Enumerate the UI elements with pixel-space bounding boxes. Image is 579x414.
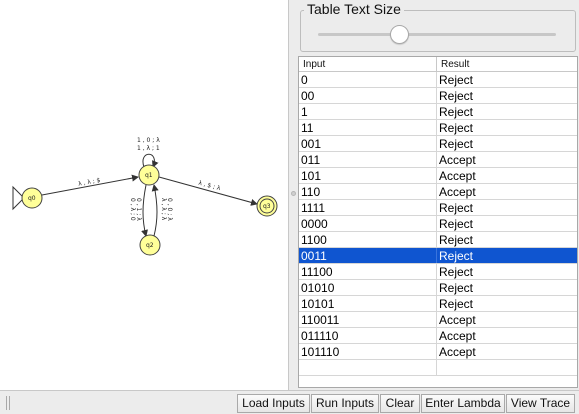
table-row[interactable]: 10101 Reject [299, 296, 577, 312]
table-row[interactable]: 1100 Reject [299, 232, 577, 248]
table-text-size-slider-track[interactable] [318, 33, 556, 36]
transition-label-q1-q2-b: 0 , 1 ; λ [135, 198, 142, 221]
divider-handle-icon[interactable] [291, 191, 296, 196]
automaton-canvas[interactable]: λ , λ ; $ 1 , 0 ; λ 1 , λ ; 1 λ , $ ; λ … [0, 0, 289, 390]
table-row[interactable]: 101110 Accept [299, 344, 577, 360]
transition-label-q1-q3: λ , $ ; λ [198, 180, 222, 193]
table-row[interactable]: 0011 Reject [299, 248, 577, 264]
view-trace-button[interactable]: View Trace [506, 394, 575, 413]
table-body: 0 Reject 00 Reject 1 Reject 11 Reject 001 Reject 0… [299, 72, 577, 376]
transition-q1-q2 [141, 184, 148, 237]
input-cell[interactable]: 011110 [299, 328, 437, 343]
split-pane-divider[interactable] [289, 0, 297, 390]
result-cell: Accept [439, 345, 476, 359]
table-row[interactable]: 011110 Accept [299, 328, 577, 344]
state-q2[interactable]: q2 [139, 234, 161, 256]
table-row[interactable]: 01010 Reject [299, 280, 577, 296]
clear-button[interactable]: Clear [380, 394, 420, 413]
run-inputs-button[interactable]: Run Inputs [311, 394, 379, 413]
transition-label-q1-q2-a: 0 , λ ; 0 [129, 198, 136, 221]
table-row[interactable]: 0 Reject [299, 72, 577, 88]
table-row[interactable]: 11100 Reject [299, 264, 577, 280]
result-cell: Reject [439, 89, 474, 103]
input-cell[interactable]: 101 [299, 168, 437, 183]
input-cell[interactable]: 1111 [299, 200, 437, 215]
result-cell: Reject [439, 73, 474, 87]
column-header-result[interactable]: Result [437, 57, 577, 71]
input-cell[interactable] [299, 360, 437, 375]
input-cell[interactable]: 110 [299, 184, 437, 199]
transition-label-q1-loop-2: 1 , λ ; 1 [137, 145, 160, 152]
table-row[interactable]: 00 Reject [299, 88, 577, 104]
input-cell[interactable]: 011 [299, 152, 437, 167]
table-row[interactable]: 1111 Reject [299, 200, 577, 216]
input-cell[interactable]: 1 [299, 104, 437, 119]
bottom-toolbar: Load Inputs Run Inputs Clear Enter Lambd… [0, 390, 579, 414]
state-q0[interactable]: q0 [21, 187, 43, 209]
result-cell: Accept [439, 153, 476, 167]
table-row[interactable]: 110 Accept [299, 184, 577, 200]
input-cell[interactable]: 00 [299, 88, 437, 103]
state-q3[interactable]: q3 [256, 195, 278, 217]
table-row[interactable]: 001 Reject [299, 136, 577, 152]
state-label-q0: q0 [28, 195, 36, 202]
result-cell: Accept [439, 169, 476, 183]
result-cell: Reject [439, 233, 474, 247]
inputs-results-table: Input Result 0 Reject 00 Reject 1 Reject 11 Rej… [298, 56, 578, 388]
load-inputs-button[interactable]: Load Inputs [237, 394, 310, 413]
input-cell[interactable]: 1100 [299, 232, 437, 247]
table-row[interactable]: 110011 Accept [299, 312, 577, 328]
input-cell[interactable]: 101110 [299, 344, 437, 359]
transition-label-q1-loop-1: 1 , 0 ; λ [137, 137, 160, 144]
result-cell: Reject [439, 201, 474, 215]
result-cell: Accept [439, 329, 476, 343]
table-header: Input Result [299, 57, 577, 72]
table-row[interactable]: 011 Accept [299, 152, 577, 168]
state-label-q1: q1 [145, 172, 153, 179]
table-text-size-title: Table Text Size [304, 1, 404, 17]
result-cell: Accept [439, 185, 476, 199]
input-cell[interactable]: 10101 [299, 296, 437, 311]
input-cell[interactable]: 001 [299, 136, 437, 151]
input-cell[interactable]: 0 [299, 72, 437, 87]
transition-label-q2-q1-b: 0 , 0 ; λ [166, 198, 173, 221]
state-q1[interactable]: q1 [138, 164, 160, 186]
multiple-run-window: λ , λ ; $ 1 , 0 ; λ 1 , λ ; 1 λ , $ ; λ … [0, 0, 579, 414]
input-cell[interactable]: 110011 [299, 312, 437, 327]
result-cell: Reject [439, 297, 474, 311]
result-cell: Reject [439, 281, 474, 295]
input-cell[interactable]: 11 [299, 120, 437, 135]
input-cell[interactable]: 01010 [299, 280, 437, 295]
input-cell[interactable]: 0011 [299, 248, 437, 263]
result-cell [437, 360, 577, 375]
table-row[interactable]: 1 Reject [299, 104, 577, 120]
enter-lambda-button[interactable]: Enter Lambda [421, 394, 505, 413]
table-row[interactable]: 0000 Reject [299, 216, 577, 232]
transition-q2-q1 [151, 184, 159, 237]
result-cell: Reject [439, 105, 474, 119]
result-cell: Accept [439, 313, 476, 327]
table-row[interactable]: 101 Accept [299, 168, 577, 184]
result-cell: Reject [439, 217, 474, 231]
result-cell: Reject [439, 249, 474, 263]
transition-label-q2-q1-a: λ , λ ; λ [160, 198, 167, 221]
table-text-size-slider-thumb[interactable] [389, 25, 409, 44]
state-label-q3: q3 [263, 203, 271, 210]
result-cell: Reject [439, 137, 474, 151]
automaton-diagram: λ , λ ; $ 1 , 0 ; λ 1 , λ ; 1 λ , $ ; λ … [12, 137, 278, 256]
result-cell: Reject [439, 121, 474, 135]
column-header-input[interactable]: Input [299, 57, 437, 71]
state-label-q2: q2 [146, 242, 154, 249]
input-cell[interactable]: 11100 [299, 264, 437, 279]
table-row[interactable] [299, 360, 577, 376]
result-cell: Reject [439, 265, 474, 279]
input-cell[interactable]: 0000 [299, 216, 437, 231]
toolbar-grip-icon[interactable] [6, 396, 10, 410]
table-row[interactable]: 11 Reject [299, 120, 577, 136]
